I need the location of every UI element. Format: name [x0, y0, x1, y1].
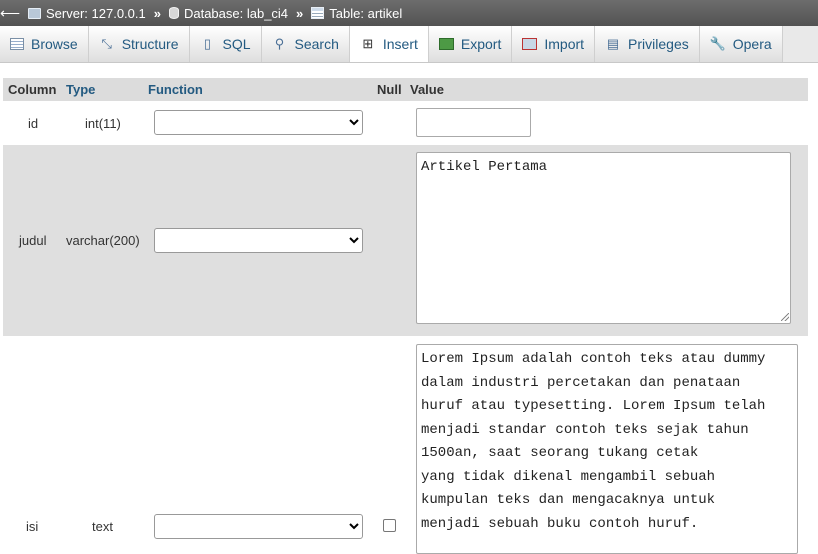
tab-privileges[interactable]: ▤ Privileges	[595, 26, 700, 62]
breadcrumb-table[interactable]: Table: artikel	[311, 6, 402, 21]
table-icon	[311, 7, 325, 19]
export-icon	[438, 38, 454, 50]
tab-label: Browse	[31, 36, 78, 52]
column-name: id	[28, 116, 39, 131]
operations-icon: 🔧	[709, 36, 726, 51]
import-icon	[522, 38, 538, 50]
column-type: int(11)	[85, 116, 121, 131]
tab-label: SQL	[222, 36, 251, 52]
table-row: isi text Lorem Ipsum adalah contoh teks …	[3, 336, 808, 554]
back-arrow-icon[interactable]: ⟵	[0, 5, 20, 22]
tab-label: Export	[460, 36, 502, 52]
search-icon: ⚲	[274, 36, 285, 51]
tab-label: Opera	[732, 36, 772, 52]
header-type[interactable]: Type	[66, 82, 95, 97]
tab-label: Import	[544, 36, 585, 52]
tab-import[interactable]: Import	[512, 26, 596, 62]
null-checkbox[interactable]	[383, 519, 396, 532]
tab-label: Privileges	[628, 36, 689, 52]
header-null: Null	[377, 82, 402, 97]
function-select[interactable]	[154, 110, 363, 135]
server-icon	[28, 7, 41, 19]
tab-sql[interactable]: ▯ SQL	[189, 26, 262, 62]
tab-label: Structure	[121, 36, 179, 52]
breadcrumb-table-label[interactable]: Table: artikel	[329, 6, 402, 21]
browse-icon	[10, 38, 24, 50]
structure-icon: ⤡	[101, 36, 112, 51]
column-name: judul	[19, 233, 47, 248]
breadcrumb-database[interactable]: Database: lab_ci4	[168, 6, 288, 21]
table-row: judul varchar(200) Artikel Pertama	[3, 145, 808, 336]
tab-label: Insert	[382, 36, 418, 52]
breadcrumb-database-label[interactable]: Database: lab_ci4	[184, 6, 288, 21]
header-function[interactable]: Function	[148, 82, 203, 97]
sql-icon: ▯	[203, 36, 212, 51]
breadcrumb-separator: »	[153, 5, 161, 21]
tab-bar: Browse ⤡ Structure ▯ SQL ⚲ Search ⊞ Inse…	[0, 26, 818, 63]
table-header: Column Type Function Null Value	[3, 78, 808, 101]
column-type: varchar(200)	[66, 233, 140, 248]
tab-browse[interactable]: Browse	[0, 26, 89, 62]
breadcrumb-server-label[interactable]: Server: 127.0.0.1	[46, 6, 146, 21]
breadcrumb: ⟵ Server: 127.0.0.1 » Database: lab_ci4 …	[0, 0, 818, 26]
value-textarea[interactable]: Lorem Ipsum adalah contoh teks atau dumm…	[416, 344, 798, 554]
table-row: id int(11)	[3, 101, 808, 145]
tab-insert[interactable]: ⊞ Insert	[349, 26, 429, 62]
insert-table: Column Type Function Null Value id int(1…	[3, 78, 808, 554]
value-input[interactable]	[416, 108, 531, 137]
tab-structure[interactable]: ⤡ Structure	[88, 26, 190, 62]
tab-export[interactable]: Export	[428, 26, 513, 62]
database-icon	[168, 7, 179, 19]
header-column: Column	[8, 82, 57, 97]
breadcrumb-separator: »	[296, 5, 304, 21]
privileges-icon: ▤	[606, 36, 620, 51]
tab-search[interactable]: ⚲ Search	[261, 26, 350, 62]
tab-label: Search	[294, 36, 339, 52]
function-select[interactable]	[154, 514, 363, 539]
insert-icon: ⊞	[362, 36, 374, 51]
resize-handle-icon[interactable]	[781, 313, 789, 321]
breadcrumb-server[interactable]: Server: 127.0.0.1	[28, 6, 146, 21]
column-name: isi	[26, 519, 39, 534]
function-select[interactable]	[154, 228, 363, 253]
value-textarea[interactable]: Artikel Pertama	[416, 152, 791, 324]
column-type: text	[92, 519, 113, 534]
tab-operations[interactable]: 🔧 Opera	[699, 26, 783, 62]
header-value: Value	[410, 82, 444, 97]
